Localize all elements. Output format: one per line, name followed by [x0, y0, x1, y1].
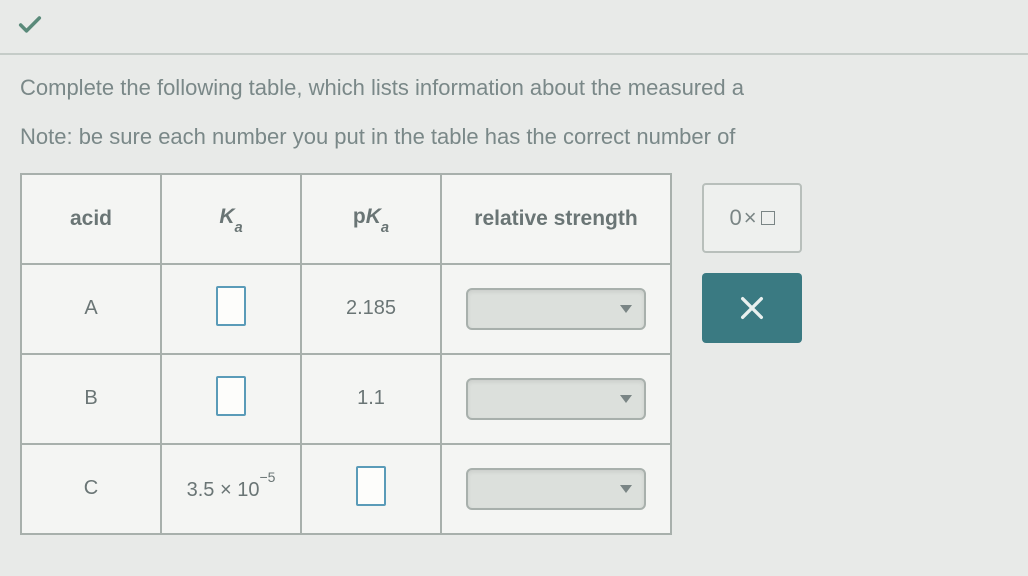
- header-acid: acid: [21, 174, 161, 264]
- checkmark-icon: [10, 5, 50, 45]
- table-row: A 2.185: [21, 264, 671, 354]
- chevron-down-icon: [618, 483, 634, 495]
- ka-cell: [161, 264, 301, 354]
- ka-input-a[interactable]: [216, 286, 246, 326]
- ka-cell: 3.5 × 10−5: [161, 444, 301, 534]
- pka-cell: 1.1: [301, 354, 441, 444]
- ka-input-b[interactable]: [216, 376, 246, 416]
- acid-label: A: [21, 264, 161, 354]
- pka-input-c[interactable]: [356, 466, 386, 506]
- strength-cell: [441, 264, 671, 354]
- strength-dropdown-a[interactable]: [466, 288, 646, 330]
- table-row: B 1.1: [21, 354, 671, 444]
- instruction-line-2: Note: be sure each number you put in the…: [20, 122, 1008, 153]
- strength-dropdown-c[interactable]: [466, 468, 646, 510]
- chevron-down-icon: [618, 393, 634, 405]
- header-pka: pKa: [301, 174, 441, 264]
- strength-dropdown-b[interactable]: [466, 378, 646, 420]
- ka-cell: [161, 354, 301, 444]
- header-strength: relative strength: [441, 174, 671, 264]
- close-icon: [736, 292, 768, 324]
- acid-table: acid Ka pKa relative strength A 2.1: [20, 173, 672, 535]
- scientific-notation-button[interactable]: 0×: [702, 183, 802, 253]
- strength-cell: [441, 444, 671, 534]
- table-header-row: acid Ka pKa relative strength: [21, 174, 671, 264]
- strength-cell: [441, 354, 671, 444]
- close-button[interactable]: [702, 273, 802, 343]
- divider: [0, 53, 1028, 55]
- acid-label: C: [21, 444, 161, 534]
- instruction-line-1: Complete the following table, which list…: [20, 73, 1008, 104]
- pka-cell: 2.185: [301, 264, 441, 354]
- table-row: C 3.5 × 10−5: [21, 444, 671, 534]
- acid-label: B: [21, 354, 161, 444]
- header-ka: Ka: [161, 174, 301, 264]
- pka-cell: [301, 444, 441, 534]
- chevron-down-icon: [618, 303, 634, 315]
